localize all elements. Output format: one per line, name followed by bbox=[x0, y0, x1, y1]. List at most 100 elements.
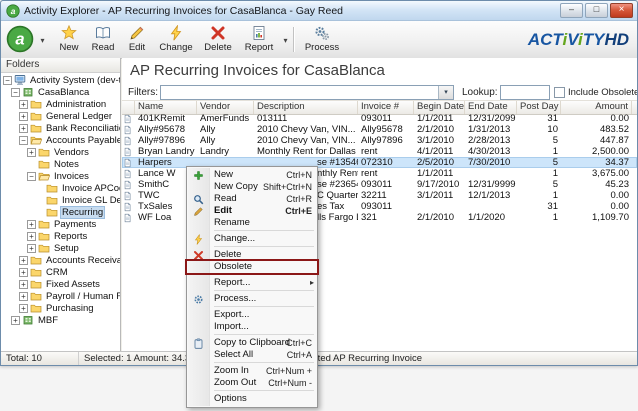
tree-item-vendors[interactable]: + Vendors bbox=[1, 146, 120, 158]
collapse-box-icon[interactable]: − bbox=[3, 75, 12, 85]
cell-post-day: 1 bbox=[552, 190, 558, 201]
menu-item-copy-to-clipboard[interactable]: Copy to Clipboard Ctrl+C bbox=[187, 337, 317, 349]
menu-item-read[interactable]: Read Ctrl+R bbox=[187, 193, 317, 205]
tree-item-purchasing[interactable]: + Purchasing bbox=[1, 302, 120, 314]
expand-box-icon[interactable]: + bbox=[27, 219, 36, 229]
menu-item-import[interactable]: Import... bbox=[187, 321, 317, 333]
tree-item-bank-reconciliation[interactable]: + Bank Reconciliation bbox=[1, 122, 120, 134]
tree-item-notes[interactable]: Notes bbox=[1, 158, 120, 170]
menu-item-delete[interactable]: Delete bbox=[187, 249, 317, 261]
expand-box-icon[interactable]: + bbox=[19, 303, 28, 313]
delete-icon bbox=[193, 250, 204, 261]
lookup-input[interactable] bbox=[500, 85, 550, 100]
collapse-box-icon[interactable]: − bbox=[11, 87, 20, 97]
menu-item-edit[interactable]: Edit Ctrl+E bbox=[187, 205, 317, 217]
change-button[interactable]: Change bbox=[155, 24, 197, 55]
collapse-box-icon[interactable]: − bbox=[19, 135, 28, 145]
tree-item-activity-system-dev-ts1[interactable]: − Activity System (dev-ts1) bbox=[1, 74, 120, 86]
maximize-button[interactable]: □ bbox=[585, 3, 608, 18]
tree-item-label: Payments bbox=[54, 218, 97, 230]
tree-item-invoices[interactable]: − Invoices bbox=[1, 170, 120, 182]
edit-button[interactable]: Edit bbox=[121, 24, 153, 55]
tree-item-reports[interactable]: + Reports bbox=[1, 230, 120, 242]
expand-box-icon[interactable]: + bbox=[27, 243, 36, 253]
tree-item-accounts-payable[interactable]: − Accounts Payable bbox=[1, 134, 120, 146]
read-button[interactable]: Read bbox=[87, 24, 119, 55]
filters-combobox[interactable]: ▾ bbox=[160, 85, 454, 100]
menu-item-label: New Copy bbox=[214, 181, 258, 192]
menu-item-label: Zoom In bbox=[214, 365, 249, 376]
menu-item-options[interactable]: Options bbox=[187, 393, 317, 405]
menu-item-report[interactable]: Report... ▸ bbox=[187, 277, 317, 289]
expand-box-icon[interactable]: + bbox=[19, 267, 28, 277]
tree-item-label: Invoice APCodes bbox=[62, 182, 120, 194]
clipboard-icon bbox=[193, 338, 204, 349]
expand-box-icon[interactable]: + bbox=[19, 99, 28, 109]
menu-item-zoom-out[interactable]: Zoom Out Ctrl+Num - bbox=[187, 377, 317, 389]
tree-item-casablanca[interactable]: − CasaBlanca bbox=[1, 86, 120, 98]
report-button[interactable]: Report bbox=[239, 24, 279, 55]
expand-box-icon[interactable]: + bbox=[11, 315, 20, 325]
expand-box-icon[interactable]: + bbox=[19, 123, 28, 133]
menu-item-label: Export... bbox=[214, 309, 250, 320]
minimize-button[interactable]: – bbox=[560, 3, 583, 18]
collapse-box-icon[interactable]: − bbox=[27, 171, 36, 181]
tree-item-crm[interactable]: + CRM bbox=[1, 266, 120, 278]
cell-post-day: 31 bbox=[547, 113, 558, 124]
cell-end-date bbox=[465, 201, 517, 212]
table-row[interactable]: Bryan Landry Landry Monthly Rent for Dalla… bbox=[122, 146, 637, 157]
tree-item-label: Invoice GL Detail bbox=[62, 194, 120, 206]
tree-item-mbf[interactable]: + MBF bbox=[1, 314, 120, 326]
tree-item-general-ledger[interactable]: + General Ledger bbox=[1, 110, 120, 122]
tree-item-payroll-human-resources[interactable]: + Payroll / Human Resources bbox=[1, 290, 120, 302]
activityhd-menu-dropdown-icon[interactable]: ▾ bbox=[37, 25, 48, 55]
new-button[interactable]: New bbox=[53, 24, 85, 55]
process-button[interactable]: Process bbox=[299, 24, 345, 55]
lightning-icon bbox=[193, 233, 204, 245]
close-button[interactable]: × bbox=[610, 3, 633, 18]
expand-box-icon[interactable]: + bbox=[19, 111, 28, 121]
table-row[interactable]: 401KRemit AmerFunds 013111 093011 1/1/2011 12… bbox=[122, 113, 637, 124]
menu-item-export[interactable]: Export... bbox=[187, 309, 317, 321]
tree-item-recurring[interactable]: Recurring bbox=[1, 205, 120, 219]
tree-item-invoice-apcodes[interactable]: Invoice APCodes bbox=[1, 182, 120, 194]
menu-item-new[interactable]: New Ctrl+N bbox=[187, 169, 317, 181]
menu-separator bbox=[214, 306, 314, 308]
tree-item-setup[interactable]: + Setup bbox=[1, 242, 120, 254]
expand-box-icon[interactable]: + bbox=[27, 147, 36, 157]
report-dropdown-icon[interactable]: ▾ bbox=[280, 25, 291, 55]
menu-item-new-copy[interactable]: New Copy Shift+Ctrl+N bbox=[187, 181, 317, 193]
table-row[interactable]: Ally#95678 Ally 2010 Chevy Van, VIN... Ally… bbox=[122, 124, 637, 135]
tree-item-payments[interactable]: + Payments bbox=[1, 218, 120, 230]
activityhd-menu-button[interactable]: a bbox=[6, 25, 36, 55]
tree-item-accounts-receivable[interactable]: + Accounts Receivable bbox=[1, 254, 120, 266]
menu-item-select-all[interactable]: Select All Ctrl+A bbox=[187, 349, 317, 361]
folder-icon bbox=[38, 146, 50, 158]
magnifier-icon bbox=[193, 194, 204, 205]
table-row[interactable]: Ally#97896 Ally 2010 Chevy Van, VIN... Ally… bbox=[122, 135, 637, 146]
include-obsolete-checkbox[interactable] bbox=[554, 87, 565, 98]
tree-item-label: Recurring bbox=[60, 205, 106, 219]
menu-item-obsolete[interactable]: Obsolete bbox=[185, 259, 319, 275]
tree-item-invoice-gl-detail[interactable]: Invoice GL Detail bbox=[1, 194, 120, 206]
tree-item-administration[interactable]: + Administration bbox=[1, 98, 120, 110]
menu-item-zoom-in[interactable]: Zoom In Ctrl+Num + bbox=[187, 365, 317, 377]
chevron-down-icon[interactable]: ▾ bbox=[438, 86, 453, 99]
expand-box-icon[interactable]: + bbox=[19, 291, 28, 301]
cell-post-day: 5 bbox=[552, 157, 558, 168]
tree-item-fixed-assets[interactable]: + Fixed Assets bbox=[1, 278, 120, 290]
invoice-doc-icon bbox=[122, 113, 135, 124]
folder-icon bbox=[30, 110, 42, 122]
pencil-icon bbox=[193, 206, 204, 217]
expand-box-icon[interactable]: + bbox=[19, 255, 28, 265]
delete-button[interactable]: Delete bbox=[199, 24, 237, 55]
tree-item-label: Accounts Receivable bbox=[46, 254, 120, 266]
expand-box-icon[interactable]: + bbox=[27, 231, 36, 241]
cell-end-date: 1/1/2020 bbox=[468, 212, 505, 223]
menu-separator bbox=[214, 290, 314, 292]
menu-item-process[interactable]: Process... bbox=[187, 293, 317, 305]
expand-box-icon[interactable]: + bbox=[19, 279, 28, 289]
menu-item-change[interactable]: Change... bbox=[187, 233, 317, 245]
window-title: Activity Explorer - AP Recurring Invoice… bbox=[24, 4, 344, 17]
menu-item-rename[interactable]: Rename bbox=[187, 217, 317, 229]
